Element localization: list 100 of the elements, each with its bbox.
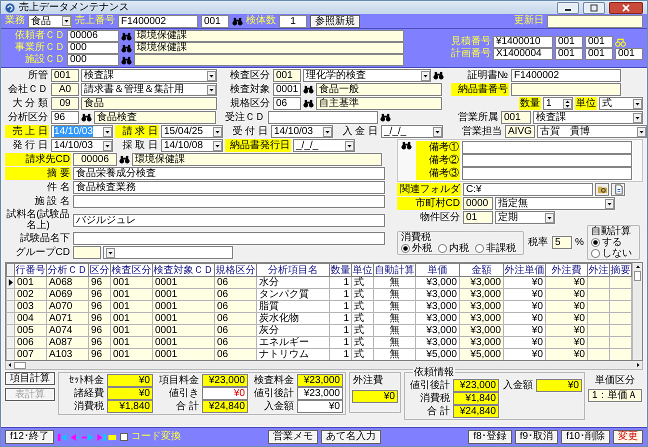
binoculars-icon[interactable] xyxy=(121,44,132,52)
column-header[interactable]: 金額 xyxy=(460,264,504,276)
radio-option[interactable]: 外税 xyxy=(401,242,432,254)
folder-search-button[interactable] xyxy=(595,183,609,196)
certificate-number-field[interactable]: F1400002 xyxy=(511,69,621,82)
column-header[interactable]: 外注費 xyxy=(546,264,588,276)
radio-option[interactable]: 非課税 xyxy=(475,242,516,254)
quantity-spinner[interactable]: 1 xyxy=(543,97,573,110)
scroll-up-icon[interactable] xyxy=(634,263,642,271)
tax-rate-field[interactable]: 5 xyxy=(552,236,572,249)
binoculars-icon[interactable] xyxy=(119,155,130,164)
column-header[interactable]: 数量 xyxy=(330,264,352,276)
date-picker[interactable]: 14/10/03 xyxy=(271,125,333,138)
exit-button[interactable]: f12･終了 xyxy=(5,430,54,444)
sales-rep-dropdown[interactable]: 古賀 貴博 xyxy=(537,125,647,138)
name-field[interactable]: 食品一般 xyxy=(316,83,442,96)
company-dropdown[interactable]: 請求書＆管理＆集計用 xyxy=(81,83,217,96)
close-button[interactable] xyxy=(609,2,643,14)
column-header[interactable]: 行番号 xyxy=(14,264,46,276)
municipality-dropdown[interactable]: 指定無 xyxy=(495,197,615,210)
vertical-scrollbar[interactable] xyxy=(632,263,642,360)
column-header[interactable]: 検査区分 xyxy=(110,264,152,276)
navigation-buttons-drawing[interactable] xyxy=(56,432,117,442)
date-picker[interactable]: _/_/_ xyxy=(381,125,443,138)
sample-name-field[interactable]: バジルジュレ xyxy=(73,214,385,226)
binoculars-icon[interactable] xyxy=(81,113,92,122)
column-header[interactable]: 自動計算 xyxy=(374,264,416,276)
order-code-field[interactable] xyxy=(268,111,378,124)
code-field[interactable]: 00006 xyxy=(73,153,117,166)
code-field[interactable]: 001 xyxy=(501,111,531,124)
maximize-button[interactable] xyxy=(583,2,605,14)
column-header[interactable]: 単位 xyxy=(352,264,374,276)
column-header[interactable]: 外注単価 xyxy=(504,264,546,276)
delivery-number-field[interactable] xyxy=(511,83,621,96)
radio-option[interactable]: する xyxy=(590,237,632,248)
code-field[interactable]: 001 xyxy=(273,69,301,82)
name-field[interactable]: 自主基準 xyxy=(316,97,442,110)
code-field[interactable]: 06 xyxy=(273,97,301,110)
binoculars-icon[interactable] xyxy=(303,85,314,94)
name-field[interactable]: 環境保健課 xyxy=(132,153,382,166)
code-field[interactable]: 96 xyxy=(51,111,79,124)
name-field[interactable]: 食品 xyxy=(81,97,217,110)
binoculars-icon[interactable] xyxy=(232,16,243,26)
name-field[interactable] xyxy=(134,54,404,66)
note-field[interactable] xyxy=(462,141,632,154)
plan-number-field[interactable]: 001 xyxy=(555,48,583,60)
code-field[interactable]: AIVG xyxy=(505,125,535,138)
sample-name-lower-field[interactable] xyxy=(73,232,385,245)
binoculars-icon[interactable] xyxy=(380,113,392,122)
plan-number-field[interactable]: 001 xyxy=(615,48,643,60)
code-field[interactable]: 000 xyxy=(67,54,119,66)
branch-field[interactable]: 001 xyxy=(201,14,229,28)
folder-path-field[interactable]: C:¥ xyxy=(463,183,593,196)
code-field[interactable]: 00006 xyxy=(67,30,119,42)
jurisdiction-dropdown[interactable]: 検査課 xyxy=(81,69,217,82)
scrollbar-thumb[interactable] xyxy=(14,362,26,368)
binoculars-icon[interactable] xyxy=(303,99,314,108)
action-button[interactable]: 営業メモ xyxy=(268,430,318,444)
subject-field[interactable]: 食品検査業務 xyxy=(73,181,385,194)
name-field[interactable]: 食品検査 xyxy=(94,111,216,124)
code-field[interactable]: 0001 xyxy=(273,83,301,96)
minimize-button[interactable] xyxy=(557,2,579,14)
inspection-type-dropdown[interactable]: 理化学的検査 xyxy=(303,69,431,82)
radio-option[interactable]: しない xyxy=(590,248,632,259)
action-button[interactable]: あて名入力 xyxy=(321,430,382,444)
code-field[interactable] xyxy=(73,246,101,259)
action-button[interactable]: 変更 xyxy=(613,430,643,444)
code-field[interactable]: 09 xyxy=(51,97,79,110)
column-header[interactable]: 単価 xyxy=(416,264,460,276)
column-header[interactable]: 分析項目名 xyxy=(256,264,330,276)
facility-name-field[interactable] xyxy=(73,195,385,208)
unit-dropdown[interactable]: 式 xyxy=(599,97,643,110)
estimate-number-field[interactable]: ¥1400010 xyxy=(493,36,553,48)
code-field[interactable]: 000 xyxy=(67,42,119,54)
column-header[interactable]: 検査対象ＣＤ xyxy=(152,264,214,276)
binoculars-icon[interactable] xyxy=(121,32,132,40)
name-field[interactable]: 環境保健課 xyxy=(134,42,404,54)
sample-count-field[interactable]: 1 xyxy=(279,14,307,28)
binoculars-icon[interactable] xyxy=(121,56,132,64)
column-header[interactable]: 摘要 xyxy=(610,264,632,276)
sales-number-field[interactable]: F1400002 xyxy=(118,14,198,28)
name-field[interactable]: 環境保健課 xyxy=(134,30,404,42)
date-picker[interactable]: _/_/_ xyxy=(293,139,355,152)
summary-field[interactable]: 食品栄養成分検査 xyxy=(73,167,385,180)
column-header[interactable]: 分析ＣＤ xyxy=(46,264,88,276)
radio-option[interactable]: 内税 xyxy=(438,242,469,254)
estimate-number-field[interactable]: 001 xyxy=(555,36,583,48)
business-dropdown[interactable]: 食品 xyxy=(28,14,72,28)
reference-new-button[interactable]: 参照新規 xyxy=(310,14,360,28)
calculate-button[interactable]: 項目計算 xyxy=(5,372,55,385)
code-field[interactable]: 001 xyxy=(51,69,79,82)
estimate-number-field[interactable]: 001 xyxy=(585,36,613,48)
sales-department-dropdown[interactable]: 検査課 xyxy=(533,111,643,124)
code-field[interactable]: 01 xyxy=(463,211,493,224)
code-field[interactable]: 0000 xyxy=(463,197,493,210)
date-picker[interactable]: 14/10/03 xyxy=(51,139,113,152)
action-button[interactable]: f8･登録 xyxy=(468,430,512,444)
column-header[interactable]: 区分 xyxy=(88,264,110,276)
binoculars-icon[interactable] xyxy=(401,141,412,150)
binoculars-icon[interactable] xyxy=(433,71,444,80)
